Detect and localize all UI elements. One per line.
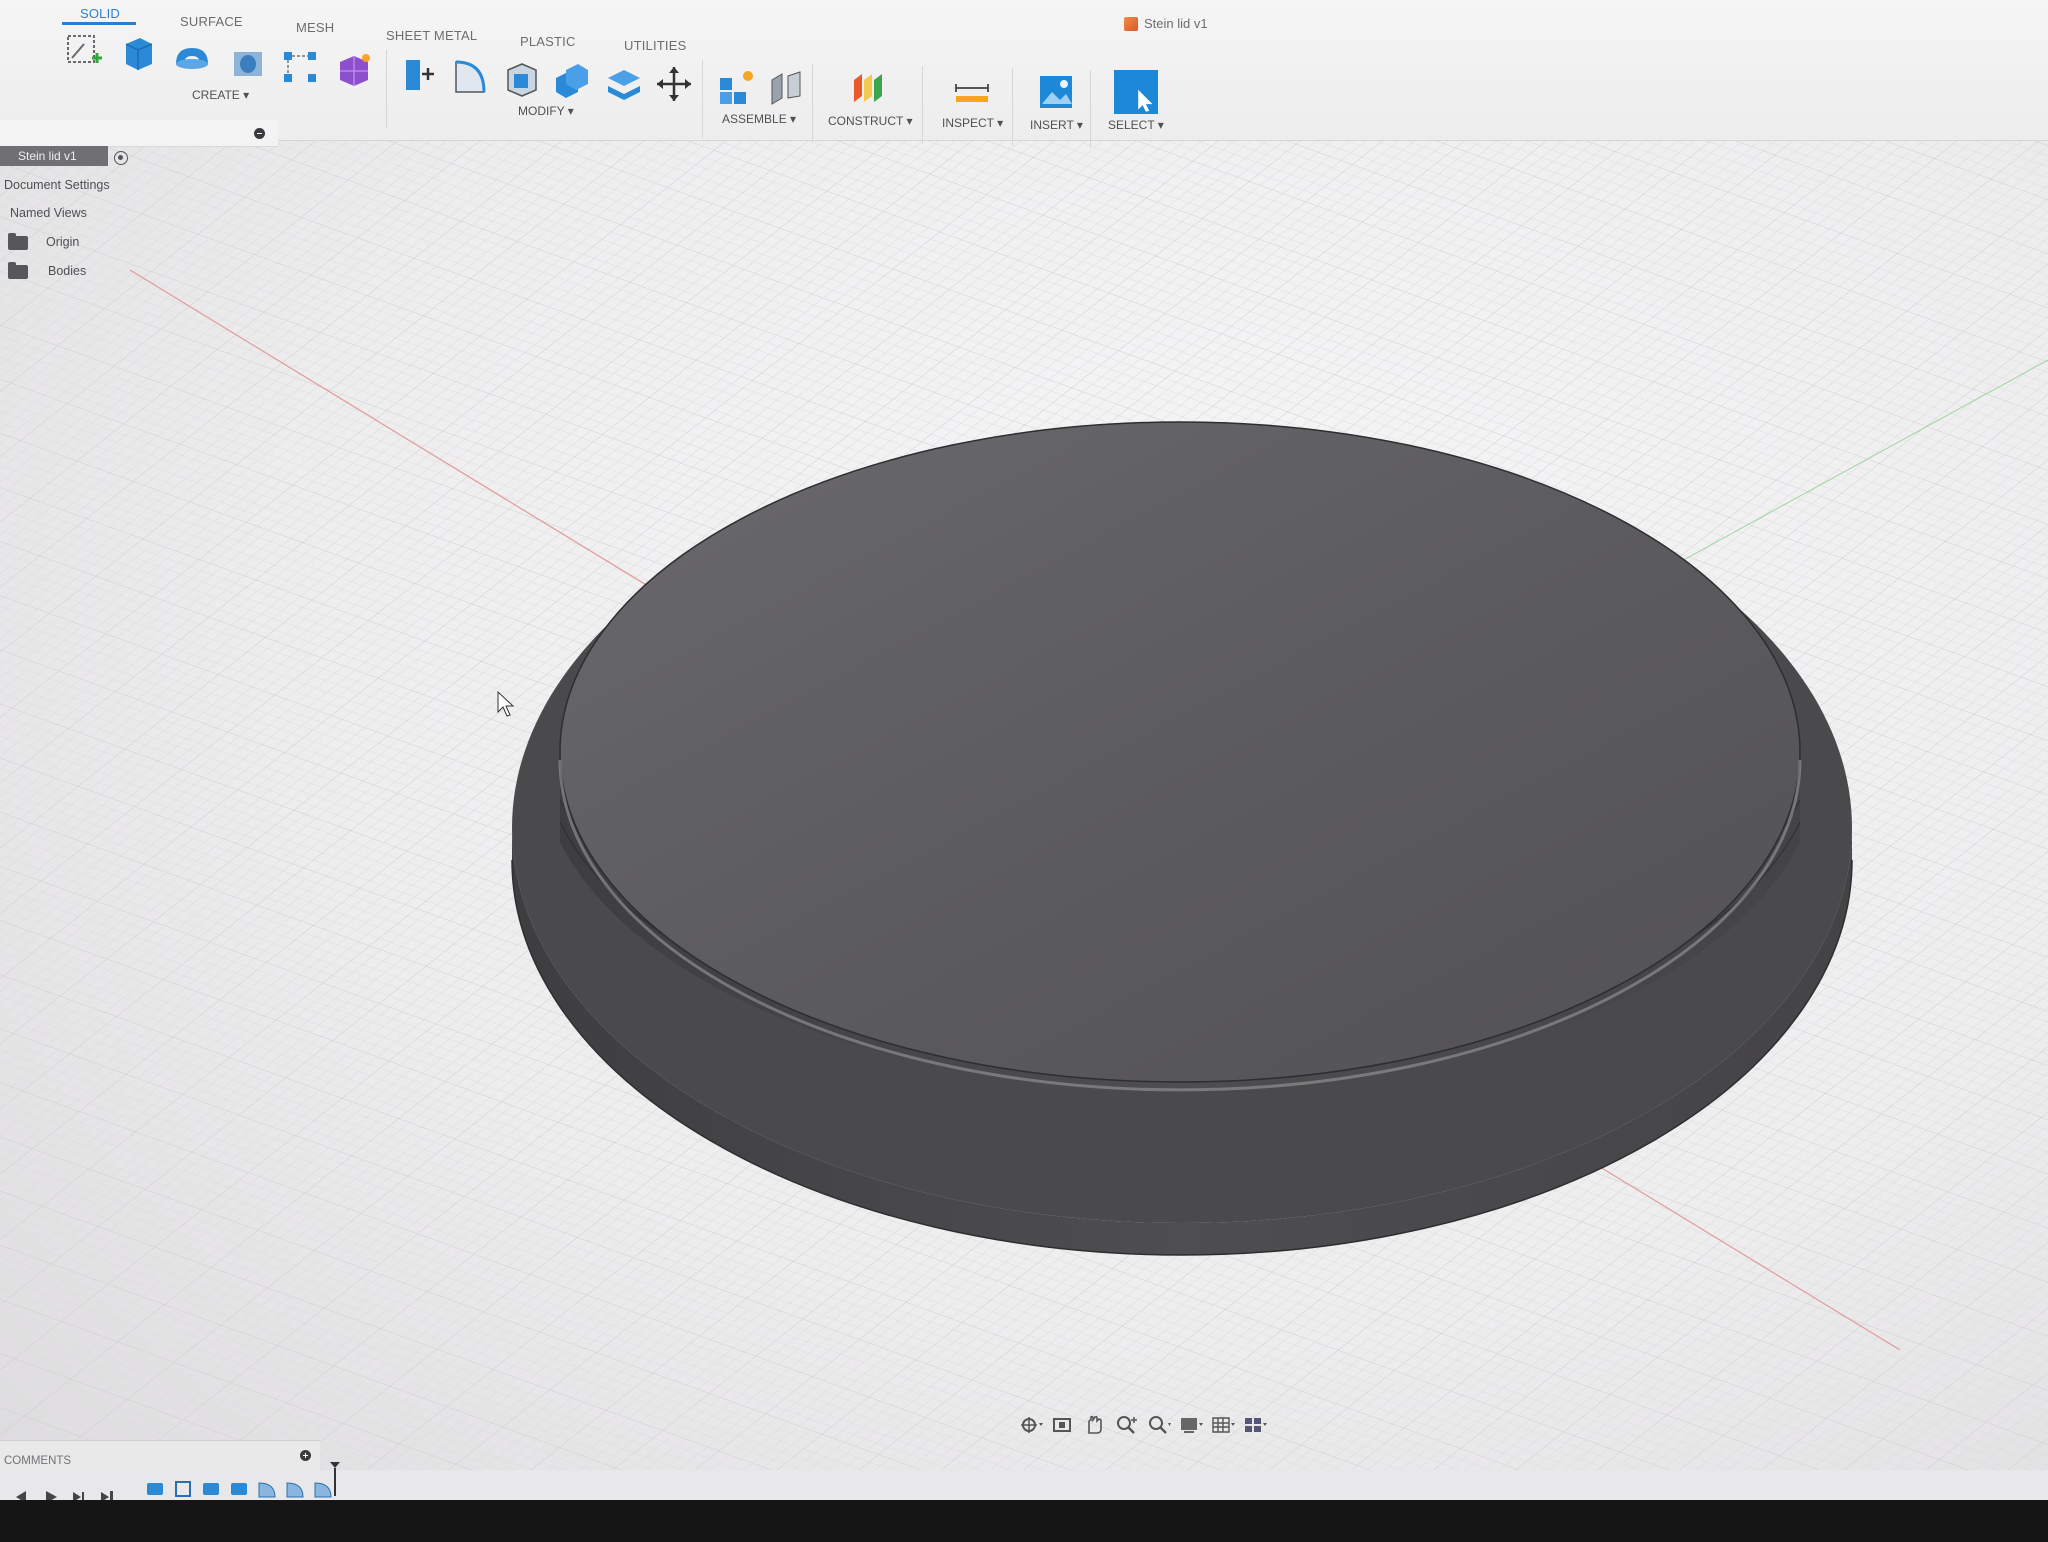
select-menu[interactable]: SELECT ▾ [1108, 118, 1164, 132]
separator [1012, 68, 1013, 146]
shell-icon[interactable] [502, 58, 542, 98]
create-sketch-icon[interactable] [64, 30, 104, 70]
grid-settings-icon[interactable] [1210, 1413, 1236, 1437]
timeline-sketch-icon[interactable] [172, 1478, 194, 1500]
browser-item-bodies[interactable]: Bodies [48, 264, 86, 278]
tab-solid[interactable]: SOLID [80, 6, 120, 21]
folder-icon [8, 262, 28, 279]
create-form-icon[interactable] [334, 50, 374, 90]
insert-canvas-icon[interactable] [1036, 72, 1076, 112]
timeline-marker[interactable] [330, 1462, 340, 1496]
look-at-icon[interactable] [1050, 1413, 1076, 1437]
timeline-extrude-icon[interactable] [144, 1478, 166, 1500]
extrude-icon[interactable] [118, 32, 158, 72]
move-icon[interactable] [654, 64, 694, 104]
new-component-icon[interactable] [716, 68, 756, 108]
orbit-icon[interactable] [1018, 1413, 1044, 1437]
measure-icon[interactable] [952, 72, 992, 112]
inspect-menu[interactable]: INSPECT ▾ [942, 116, 1003, 130]
separator [1090, 70, 1091, 148]
add-comment-button[interactable] [300, 1450, 311, 1461]
modify-menu[interactable]: MODIFY ▾ [518, 104, 574, 118]
viewports-icon[interactable] [1242, 1413, 1268, 1437]
viewport-navigation-bar [1018, 1410, 1268, 1440]
insert-menu[interactable]: INSERT ▾ [1030, 118, 1083, 132]
fit-icon[interactable] [1146, 1413, 1172, 1437]
document-title: Stein lid v1 [1124, 16, 1208, 31]
timeline-fillet-icon[interactable] [256, 1478, 278, 1500]
construct-plane-icon[interactable] [848, 68, 888, 108]
combine-icon[interactable] [552, 60, 592, 100]
timeline-extrude-icon[interactable] [228, 1478, 250, 1500]
toolbar: SOLID SURFACE MESH SHEET METAL PLASTIC U… [0, 0, 2048, 148]
separator [386, 50, 387, 128]
pattern-icon[interactable] [280, 46, 320, 86]
fillet-icon[interactable] [450, 56, 490, 96]
browser-item-origin[interactable]: Origin [46, 235, 79, 249]
timeline-extrude-icon[interactable] [200, 1478, 222, 1500]
browser-header [0, 120, 278, 147]
tab-sheet-metal[interactable]: SHEET METAL [386, 28, 477, 43]
assemble-menu[interactable]: ASSEMBLE ▾ [722, 112, 796, 126]
monitor-bezel [0, 1500, 2048, 1542]
browser-collapse-button[interactable] [254, 128, 265, 139]
zoom-icon[interactable] [1114, 1413, 1140, 1437]
activate-radio-icon[interactable] [114, 151, 128, 165]
separator [922, 66, 923, 144]
select-icon[interactable] [1114, 70, 1158, 114]
construct-menu[interactable]: CONSTRUCT ▾ [828, 114, 912, 128]
pan-icon[interactable] [1082, 1413, 1108, 1437]
tab-utilities[interactable]: UTILITIES [624, 38, 686, 53]
timeline-fillet-icon[interactable] [284, 1478, 306, 1500]
offset-face-icon[interactable] [604, 62, 644, 102]
comments-label: COMMENTS [4, 1455, 72, 1467]
active-tab-indicator [62, 22, 136, 25]
joint-icon[interactable] [766, 68, 806, 108]
press-pull-icon[interactable] [398, 54, 438, 94]
fusion-screen: SOLID SURFACE MESH SHEET METAL PLASTIC U… [0, 0, 2048, 1542]
display-settings-icon[interactable] [1178, 1413, 1204, 1437]
browser-item-named-views[interactable]: Named Views [10, 206, 87, 220]
tab-surface[interactable]: SURFACE [180, 14, 243, 29]
folder-icon [8, 233, 28, 250]
stein-lid-body[interactable] [511, 421, 1853, 1256]
hole-icon[interactable] [228, 42, 268, 82]
browser-root-node[interactable]: Stein lid v1 [0, 146, 108, 166]
viewport-canvas[interactable] [0, 0, 2048, 1542]
tab-plastic[interactable]: PLASTIC [520, 34, 576, 49]
create-menu[interactable]: CREATE ▾ [192, 88, 249, 102]
tab-mesh[interactable]: MESH [296, 20, 334, 35]
comments-panel: COMMENTS [0, 1440, 320, 1471]
separator [812, 64, 813, 142]
browser-item-document-settings[interactable]: Document Settings [4, 178, 110, 192]
document-title-text: Stein lid v1 [1144, 16, 1208, 31]
revolve-icon[interactable] [172, 38, 212, 78]
document-cube-icon [1124, 16, 1138, 31]
separator [702, 60, 703, 138]
